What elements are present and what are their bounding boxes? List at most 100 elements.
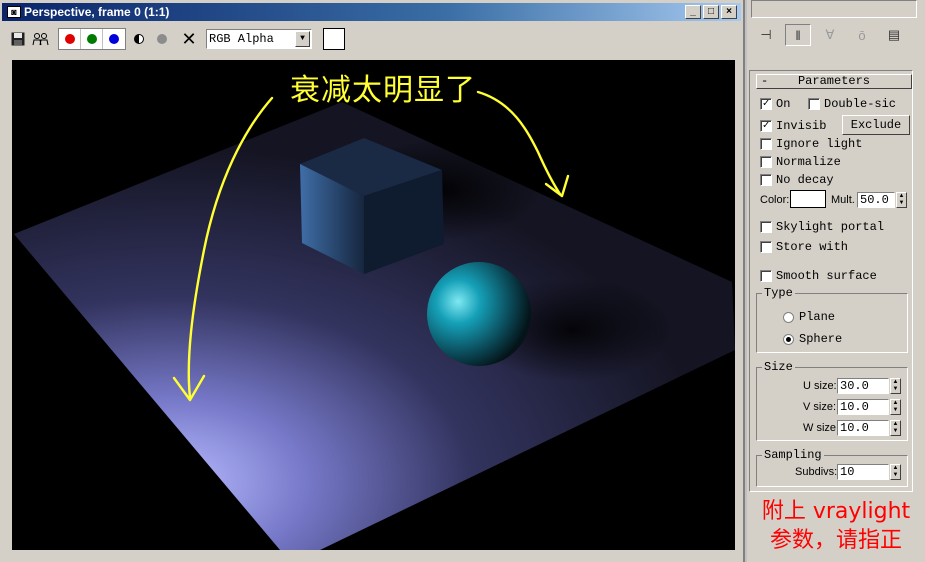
plane-radio[interactable]: Plane [783,310,835,324]
double-sided-label: Double-sic [824,97,897,111]
blue-channel-icon [109,34,119,44]
channel-toggles [58,28,126,50]
w-size-spinner[interactable]: ▲ ▼ [890,420,901,436]
rollout-title: Parameters [797,74,870,88]
maximize-button[interactable]: □ [703,5,719,19]
color-label: Color: [760,194,790,206]
mult-spinner[interactable]: ▲ ▼ [896,192,907,208]
configure-sets-icon[interactable]: ▤ [881,24,907,46]
smooth-surface-checkbox[interactable]: Smooth surface [760,269,877,283]
u-size-spinner[interactable]: ▲ ▼ [890,378,901,394]
checkbox-box [760,241,772,253]
green-channel-icon [86,34,97,44]
object-name-field[interactable] [751,0,917,18]
note-line-1: 附上 vraylight [761,499,911,524]
rendered-scene [14,90,735,550]
background-color-swatch[interactable] [323,28,345,50]
render-viewport[interactable]: 衰减太明显了 [12,60,735,550]
mult-input[interactable]: 50.0 [857,192,895,208]
remove-modifier-icon[interactable]: ō [849,24,875,46]
no-decay-label: No decay [776,173,834,187]
close-button[interactable]: × [721,5,737,19]
type-group: Type Plane Sphere [756,287,908,353]
invisible-label: Invisib [776,119,827,133]
command-panel: ⊣ ‖ ∀ ō ▤ - Parameters ✓ On Double-sic ✓… [747,0,925,562]
checkbox-box [760,174,772,186]
chevron-down-icon[interactable]: ▼ [295,31,310,47]
render-toolbar: ✕ RGB Alpha ▼ [8,27,738,51]
title-bar[interactable]: ◙ Perspective, frame 0 (1:1) _ □ × [2,3,741,21]
w-size-input[interactable]: 10.0 [837,420,889,436]
red-channel-icon [64,34,75,44]
skylight-portal-checkbox[interactable]: Skylight portal [760,220,884,234]
checkbox-box [760,138,772,150]
annotation-top-text: 衰减太明显了 [290,73,476,108]
plane-label: Plane [799,310,836,324]
annotation-arrowhead-right [544,174,570,198]
w-size-label: W size: [803,422,840,434]
smooth-surface-label: Smooth surface [776,269,877,283]
normalize-label: Normalize [776,155,841,169]
pin-stack-icon[interactable]: ⊣ [753,24,779,46]
clear-button[interactable]: ✕ [179,29,199,50]
sphere-label: Sphere [799,332,843,346]
modifier-stack-toolbar: ⊣ ‖ ∀ ō ▤ [753,24,919,46]
red-channel-button[interactable] [59,29,81,49]
sphere [427,262,531,366]
note-line-2: 参数，请指正 [769,528,902,553]
v-size-label: V size: [803,401,837,413]
show-end-result-icon[interactable]: ‖ [785,24,811,46]
alpha-dot-icon[interactable] [152,29,172,49]
checkbox-box: ✓ [760,120,772,132]
clone-icon[interactable] [31,29,51,49]
render-frame-window: ◙ Perspective, frame 0 (1:1) _ □ × ✕ RGB… [0,0,745,562]
checkbox-box [760,156,772,168]
forum-note: 附上 vraylight 参数，请指正 [747,497,925,555]
subdivs-input[interactable]: 10 [837,464,889,480]
ignore-light-label: Ignore light [776,137,863,151]
radio-circle [783,333,794,345]
blue-channel-button[interactable] [103,29,125,49]
store-with-label: Store with [776,240,849,254]
size-group-label: Size [762,360,795,374]
save-icon[interactable] [8,29,28,49]
channel-select[interactable]: RGB Alpha ▼ [206,29,312,49]
v-size-input[interactable]: 10.0 [837,399,889,415]
checkbox-box [808,98,820,110]
checkbox-box: ✓ [760,98,772,110]
make-unique-icon[interactable]: ∀ [817,24,843,46]
parameters-rollout: - Parameters ✓ On Double-sic ✓ Invisib E… [749,70,913,492]
invisible-checkbox[interactable]: ✓ Invisib [760,119,826,133]
rollout-header[interactable]: - Parameters [756,74,912,89]
minimize-button[interactable]: _ [685,5,701,19]
sphere-radio[interactable]: Sphere [783,332,842,346]
normalize-checkbox[interactable]: Normalize [760,155,841,169]
render-frame-icon: ◙ [7,6,21,18]
channel-select-value: RGB Alpha [209,32,274,46]
skylight-portal-label: Skylight portal [776,220,885,234]
double-sided-checkbox[interactable]: Double-sic [808,97,896,111]
on-label: On [776,97,791,111]
radio-circle [783,311,794,323]
v-size-spinner[interactable]: ▲ ▼ [890,399,901,415]
on-checkbox[interactable]: ✓ On [760,97,790,111]
store-with-checkbox[interactable]: Store with [760,240,848,254]
sampling-group-label: Sampling [762,448,824,462]
no-decay-checkbox[interactable]: No decay [760,173,834,187]
window-title: Perspective, frame 0 (1:1) [24,5,170,19]
ignore-light-checkbox[interactable]: Ignore light [760,137,862,151]
checkbox-box [760,270,772,282]
size-group: Size U size: 30.0 ▲ ▼ V size: 10.0 ▲ ▼ W s… [756,361,908,441]
subdivs-label: Subdivs: [795,466,838,478]
u-size-label: U size: [803,380,837,392]
checkbox-box [760,221,772,233]
u-size-input[interactable]: 30.0 [837,378,889,394]
mult-label: Mult. [831,194,855,206]
sampling-group: Sampling Subdivs: 10 ▲ ▼ [756,449,908,487]
green-channel-button[interactable] [81,29,103,49]
exclude-button[interactable]: Exclude [842,115,910,135]
monochrome-icon[interactable] [129,29,149,49]
type-group-label: Type [762,286,795,300]
light-color-swatch[interactable] [790,190,826,208]
subdivs-spinner[interactable]: ▲ ▼ [890,464,901,480]
